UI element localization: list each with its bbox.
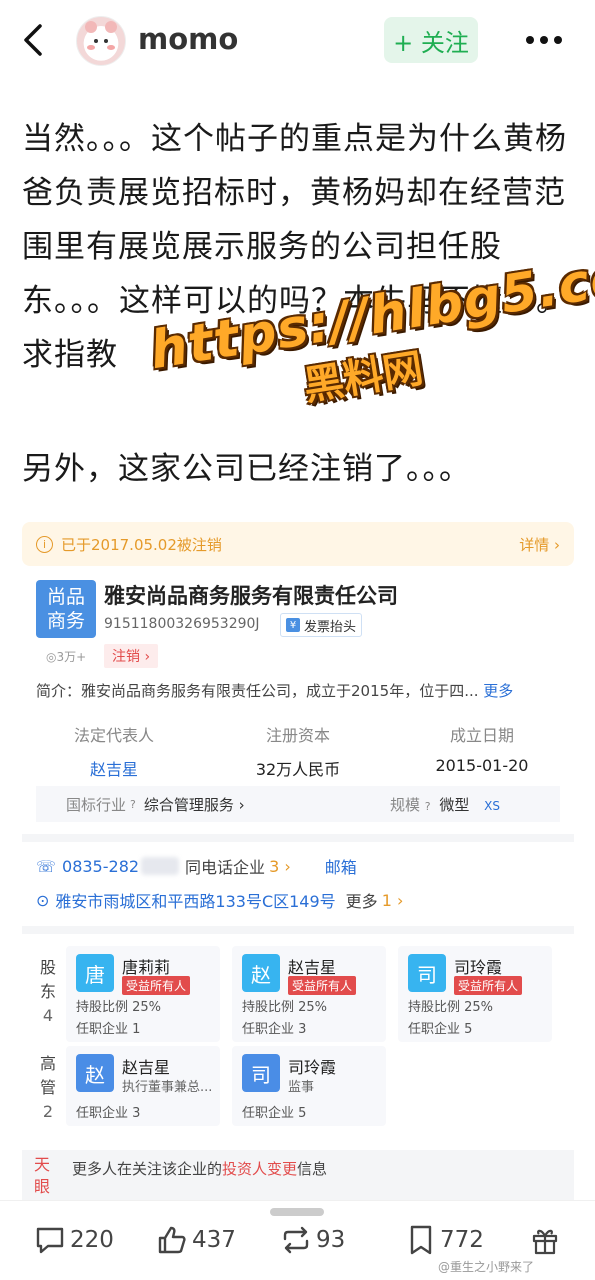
favorite-button[interactable]: 772 — [406, 1222, 484, 1258]
more-options-icon[interactable] — [526, 36, 562, 46]
invoice-header-button[interactable]: ¥ 发票抬头 — [280, 613, 363, 637]
founded-date: 成立日期 2015-01-20 — [435, 726, 529, 775]
shareholder-card[interactable]: 唐 唐莉莉 受益所有人 持股比例 25% 任职企业 1 — [66, 946, 220, 1042]
email-link[interactable]: 邮箱 — [325, 854, 357, 878]
like-button[interactable]: 437 — [156, 1222, 236, 1258]
phone-number[interactable]: 0835-282 — [62, 857, 139, 876]
drag-handle[interactable] — [270, 1208, 324, 1216]
section-divider — [22, 834, 574, 842]
username[interactable]: momo — [138, 22, 238, 56]
executive-card[interactable]: 赵 赵吉星 执行董事兼总... 任职企业 3 — [66, 1046, 220, 1126]
shareholders-label: 股 东 4 — [39, 958, 56, 1025]
phone-icon: ☏ — [36, 856, 57, 876]
post-paragraph-2: 另外，这家公司已经注销了。。。 — [22, 451, 471, 487]
industry-value[interactable]: 综合管理服务 › — [144, 794, 245, 815]
executive-card[interactable]: 司 司玲霞 监事 任职企业 5 — [232, 1046, 386, 1126]
comment-icon — [36, 1227, 64, 1254]
top-bar: momo + 关注 — [0, 0, 595, 84]
redacted-phone — [141, 857, 180, 875]
deregistered-notice[interactable]: i 已于2017.05.02被注销 详情 › — [22, 522, 574, 566]
beneficial-owner-badge: 受益所有人 — [288, 976, 357, 995]
registered-capital: 注册资本 32万人民币 — [255, 726, 341, 779]
company-intro: 简介：雅安尚品商务服务有限责任公司，成立于2015年，位于四... 更多 — [36, 682, 514, 700]
status-badge[interactable]: 注销 › — [104, 644, 159, 668]
scale-info: 规模 ? 微型 XS — [389, 795, 500, 814]
gift-icon — [532, 1229, 558, 1255]
company-name: 雅安尚品商务服务有限责任公司 — [104, 584, 398, 608]
invoice-icon: ¥ — [286, 618, 300, 632]
repost-button[interactable]: 93 — [280, 1222, 345, 1258]
location-pin-icon: ⊙ — [36, 890, 50, 910]
bookmark-icon — [410, 1225, 432, 1255]
post-paragraph-1: 当然。。。这个帖子的重点是为什么黄杨爸负责展览招标时，黄杨妈却在经营范围里有展览… — [22, 121, 568, 373]
contact-row: ☏ 0835-282 同电话企业 3 › 邮箱 — [36, 854, 357, 878]
section-divider — [22, 926, 574, 934]
executives-label: 高 管 2 — [39, 1054, 56, 1121]
thumbs-up-icon — [158, 1226, 186, 1254]
back-arrow-icon[interactable] — [18, 22, 48, 58]
beneficial-owner-badge: 受益所有人 — [454, 976, 523, 995]
user-avatar[interactable] — [76, 16, 126, 66]
company-key-stats: 法定代表人 赵吉星 注册资本 32万人民币 成立日期 2015-01-20 — [22, 722, 574, 784]
company-info-card[interactable]: i 已于2017.05.02被注销 详情 › 尚品 商务 雅安尚品商务服务有限责… — [22, 522, 574, 1202]
notice-detail-link[interactable]: 详情 › — [519, 534, 560, 555]
shareholder-card[interactable]: 司 司玲霞 受益所有人 持股比例 25% 任职企业 5 — [398, 946, 552, 1042]
notice-text: 已于2017.05.02被注销 — [61, 535, 222, 554]
follow-button[interactable]: + 关注 — [384, 17, 478, 63]
repost-icon — [283, 1226, 309, 1254]
shareholder-card[interactable]: 赵 赵吉星 受益所有人 持股比例 25% 任职企业 3 — [232, 946, 386, 1042]
legal-representative-link[interactable]: 赵吉星 — [22, 756, 206, 780]
same-phone-companies[interactable]: 同电话企业 — [185, 854, 265, 878]
author-watermark: @重生之小野来了 — [438, 1260, 535, 1274]
company-logo: 尚品 商务 — [36, 580, 96, 638]
comment-button[interactable]: 220 — [34, 1222, 114, 1258]
company-address[interactable]: 雅安市雨城区和平西路133号C区149号 — [55, 888, 335, 912]
intro-more-link[interactable]: 更多 — [483, 682, 513, 700]
industry-row[interactable]: 国标行业 ? 综合管理服务 › 规模 ? 微型 XS — [36, 786, 560, 822]
address-row[interactable]: ⊙ 雅安市雨城区和平西路133号C区149号 更多 1 › — [36, 888, 403, 912]
gift-button[interactable] — [530, 1222, 564, 1258]
legal-representative: 法定代表人 赵吉星 — [22, 722, 206, 784]
view-count: ◎3万+ — [46, 650, 87, 664]
credit-code: 91511800326953290J — [104, 616, 260, 632]
investor-change-banner[interactable]: 天眼 更多人在关注该企业的投资人变更信息 — [22, 1150, 574, 1202]
beneficial-owner-badge: 受益所有人 — [122, 976, 191, 995]
info-icon: i — [36, 535, 53, 553]
